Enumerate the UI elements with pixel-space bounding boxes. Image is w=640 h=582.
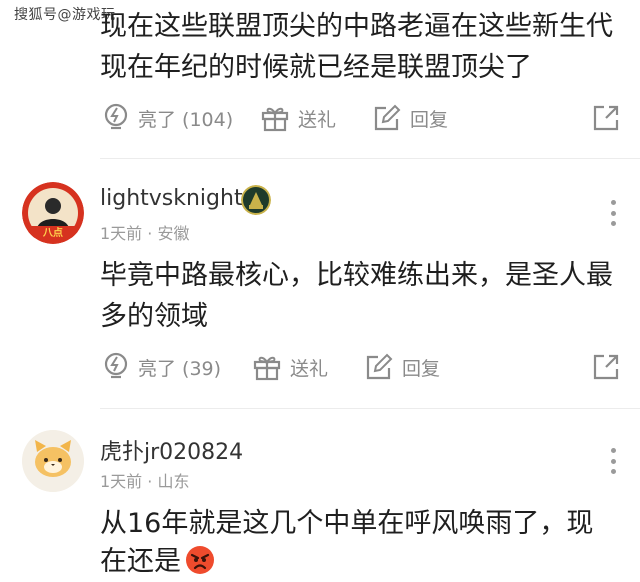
comment-actions: 亮了 (39) 送礼 回复: [100, 347, 620, 387]
comment-meta: 1天前 · 山东: [100, 468, 189, 492]
username[interactable]: lightvsknight: [100, 186, 243, 211]
reply-button[interactable]: 回复: [364, 347, 440, 387]
meta-separator: ·: [147, 224, 153, 243]
like-button[interactable]: 亮了 (104): [102, 98, 233, 138]
lightbulb-icon: [104, 352, 128, 379]
avatar[interactable]: 八点: [22, 182, 84, 244]
gift-label: 送礼: [290, 357, 329, 380]
divider: [100, 158, 640, 159]
more-button[interactable]: [610, 448, 616, 474]
gift-icon: [253, 356, 281, 381]
comment-body-line: 现在年纪的时候就已经是联盟顶尖了: [100, 52, 532, 83]
gift-button[interactable]: 送礼: [252, 347, 328, 387]
comment-body-line: 在还是: [100, 546, 181, 577]
gift-button[interactable]: 送礼: [260, 98, 336, 138]
avatar-text: 八点: [42, 226, 63, 239]
location: 安徽: [157, 224, 190, 243]
gift-label: 送礼: [298, 108, 337, 131]
reply-button[interactable]: 回复: [372, 98, 448, 138]
meta-separator: ·: [147, 472, 153, 491]
more-icon: [610, 448, 616, 453]
more-icon: [610, 200, 616, 205]
angry-emoji-icon: [186, 546, 214, 574]
comment-actions: 亮了 (104) 送礼 回复: [100, 98, 620, 138]
avatar[interactable]: [22, 430, 84, 492]
share-button[interactable]: [592, 347, 620, 387]
divider: [100, 408, 640, 409]
share-icon: [593, 105, 619, 131]
gift-icon: [261, 107, 289, 132]
more-button[interactable]: [610, 200, 616, 226]
like-button[interactable]: 亮了 (39): [102, 347, 221, 387]
comment-body-line-wrap: 在还是: [100, 541, 215, 582]
reply-label: 回复: [402, 357, 441, 380]
tiger-avatar-icon: [22, 430, 84, 492]
timestamp: 1天前: [100, 472, 143, 491]
like-count-label: 亮了 (39): [138, 357, 222, 380]
like-count-label: 亮了 (104): [138, 108, 234, 131]
comment-body-line: 从16年就是这几个中单在呼风唤雨了，现: [100, 508, 594, 539]
comment-body-line: 毕竟中路最核心，比较难练出来，是圣人最: [100, 260, 613, 291]
comment-body-line: 现在这些联盟顶尖的中路老逼在这些新生代: [100, 11, 613, 42]
rank-badge-icon: [241, 185, 271, 215]
lightbulb-icon: [104, 103, 128, 130]
username[interactable]: 虎扑jr020824: [100, 434, 243, 466]
edit-icon: [374, 104, 401, 131]
comment-meta: 1天前 · 安徽: [100, 220, 189, 244]
location: 山东: [157, 472, 190, 491]
timestamp: 1天前: [100, 224, 143, 243]
share-icon: [593, 354, 619, 380]
reply-label: 回复: [410, 108, 449, 131]
edit-icon: [366, 353, 393, 380]
comment-body-line: 多的领域: [100, 301, 208, 332]
share-button[interactable]: [592, 98, 620, 138]
